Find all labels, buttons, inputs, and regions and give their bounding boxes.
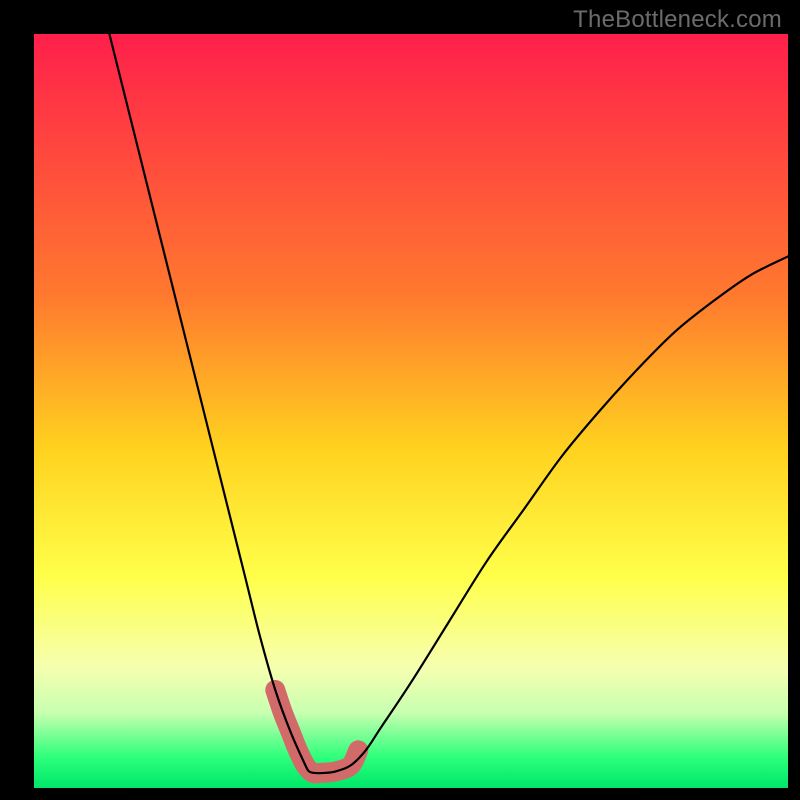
attribution-text: TheBottleneck.com xyxy=(573,6,782,34)
bottleneck-chart xyxy=(0,0,800,800)
plot-background xyxy=(34,34,788,788)
chart-frame: TheBottleneck.com xyxy=(0,0,800,800)
